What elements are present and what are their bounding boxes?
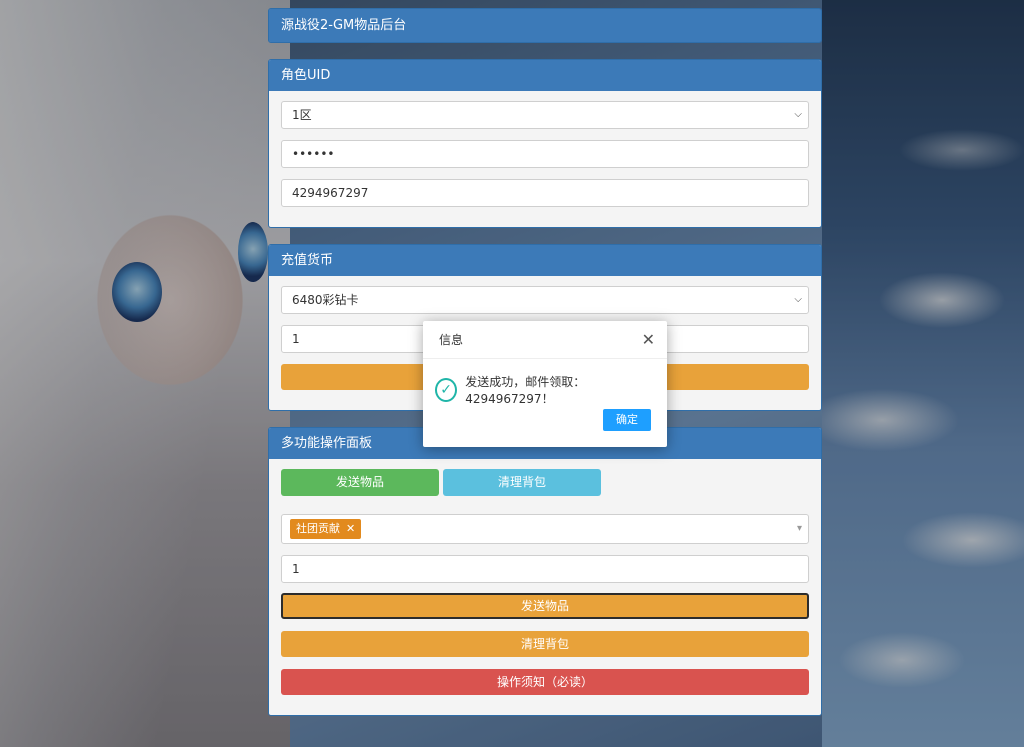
clear-bag-button[interactable]: 清理背包 — [281, 631, 809, 657]
uid-input-value: 4294967297 — [292, 186, 369, 200]
server-select[interactable]: 1区 ⌵ — [281, 101, 809, 129]
header-panel: 源战役2-GM物品后台 — [268, 8, 822, 43]
chevron-down-icon: ⌵ — [794, 109, 802, 120]
uid-input[interactable]: 4294967297 — [281, 179, 809, 207]
dialog-footer: 确定 — [423, 409, 667, 431]
notice-button[interactable]: 操作须知（必读） — [281, 669, 809, 695]
role-panel-title: 角色UID — [269, 60, 821, 91]
currency-select[interactable]: 6480彩钻卡 ⌵ — [281, 286, 809, 314]
password-input[interactable]: •••••• — [281, 140, 809, 168]
role-panel: 角色UID 1区 ⌵ •••••• 4294967297 — [268, 59, 822, 228]
multi-function-panel: 多功能操作面板 发送物品 清理背包 社团贡献 ✕ ▾ 1 发送物品 清理背包 操作… — [268, 427, 822, 716]
selected-item-tag-label: 社团贡献 — [296, 522, 340, 535]
quantity-input-value: 1 — [292, 562, 300, 576]
tab-send-items[interactable]: 发送物品 — [281, 469, 439, 496]
page-title: 源战役2-GM物品后台 — [269, 9, 821, 42]
dialog-header: 信息 ✕ — [423, 321, 667, 359]
server-select-value: 1区 — [292, 108, 312, 122]
dialog-message: 发送成功，邮件领取：4294967297！ — [465, 375, 586, 406]
close-icon[interactable]: ✕ — [642, 321, 655, 359]
tab-row: 发送物品 清理背包 — [281, 469, 809, 496]
currency-select-value: 6480彩钻卡 — [292, 293, 359, 307]
amount-input-value: 1 — [292, 332, 300, 346]
send-items-button[interactable]: 发送物品 — [281, 593, 809, 619]
chevron-down-icon: ⌵ — [794, 294, 802, 305]
recharge-panel-title: 充值货币 — [269, 245, 821, 276]
selected-item-tag: 社团贡献 ✕ — [290, 519, 362, 539]
quantity-input[interactable]: 1 — [281, 555, 809, 583]
remove-tag-icon[interactable]: ✕ — [346, 522, 355, 535]
password-input-value: •••••• — [292, 147, 335, 161]
dialog-body: ✓ 发送成功，邮件领取：4294967297！ — [423, 359, 667, 409]
ok-button[interactable]: 确定 — [603, 409, 651, 431]
success-check-icon: ✓ — [435, 378, 458, 402]
item-multiselect[interactable]: 社团贡献 ✕ ▾ — [281, 514, 809, 544]
chevron-down-icon: ▾ — [796, 523, 802, 534]
tab-clear-bag[interactable]: 清理背包 — [443, 469, 601, 496]
dialog-title: 信息 — [439, 333, 464, 347]
info-dialog: 信息 ✕ ✓ 发送成功，邮件领取：4294967297！ 确定 — [423, 321, 667, 447]
